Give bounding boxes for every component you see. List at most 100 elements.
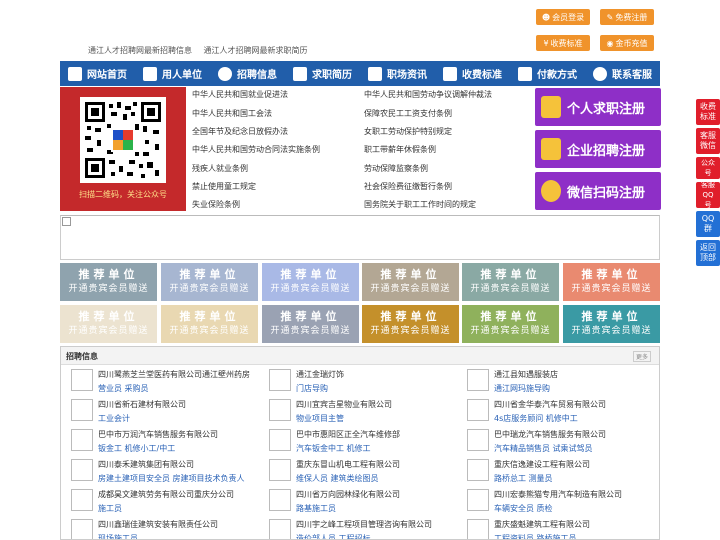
job-item[interactable]: 通江县知遇服装店 通江网玛施导购 [462,369,658,397]
law-link[interactable]: 中华人民共和国劳动争议调解仲裁法 [364,89,492,100]
side-pricing-button[interactable]: 收费标准 [696,99,720,125]
company-name[interactable]: 四川省万向园林绿化有限公司 [296,489,400,500]
company-name[interactable]: 重庆盛魁建筑工程有限公司 [494,519,590,530]
job-positions[interactable]: 营业员 采购员 [98,383,149,394]
recommend-unit-card[interactable]: 推荐单位 开通贵宾会员赠送 [60,305,157,343]
job-item[interactable]: 四川鑫瑞佳建筑安装有限责任公司 现场施工员 [66,519,262,539]
recommend-unit-card[interactable]: 推荐单位 开通贵宾会员赠送 [462,263,559,301]
law-link[interactable]: 职工带薪年休假条例 [364,144,436,155]
recommend-unit-card[interactable]: 推荐单位 开通贵宾会员赠送 [262,263,359,301]
job-positions[interactable]: 工业会计 [98,413,130,424]
law-link[interactable]: 中华人民共和国就业促进法 [192,89,288,100]
company-logo[interactable] [467,399,489,421]
job-positions[interactable]: 路桥总工 测量员 [494,473,553,484]
job-positions[interactable]: 通江网玛施导购 [494,383,550,394]
law-link[interactable]: 社会保险费征缴暂行条例 [364,181,452,192]
company-name[interactable]: 巴中市惠阳区正全汽车维修部 [296,429,400,440]
company-name[interactable]: 重庆信逸建设工程有限公司 [494,459,590,470]
company-logo[interactable] [71,519,93,539]
recommend-unit-card[interactable]: 推荐单位 开通贵宾会员赠送 [60,263,157,301]
register-button[interactable]: ✎ 免费注册 [600,9,654,25]
law-link[interactable]: 残疾人就业条例 [192,163,248,174]
company-logo[interactable] [269,519,291,539]
side-qq-group-button[interactable]: QQ群 [696,211,720,237]
job-item[interactable]: 四川鹭燕芝兰堂医药有限公司通江壁州药房 营业员 采购员 [66,369,262,397]
wechat-register-button[interactable]: 微信扫码注册 [535,172,661,210]
job-positions[interactable]: 钣金工 机修小工/中工 [98,443,175,454]
job-positions[interactable]: 造价部人员 工程招标 [296,533,371,539]
law-link[interactable]: 全国年节及纪念日放假办法 [192,126,288,137]
job-positions[interactable]: 物业项目主管 [296,413,344,424]
job-item[interactable]: 巴中市惠阳区正全汽车维修部 汽车钣金中工 机修工 [264,429,460,457]
nav-home[interactable]: 网站首页 [60,61,135,86]
job-item[interactable]: 四川宜宾吉星物业有限公司 物业项目主管 [264,399,460,427]
job-item[interactable]: 通江金瑞灯饰 门店导购 [264,369,460,397]
company-logo[interactable] [269,429,291,451]
recommend-unit-card[interactable]: 推荐单位 开通贵宾会员赠送 [563,263,660,301]
job-positions[interactable]: 工程资料员 路桥施工员 [494,533,577,539]
login-button[interactable]: ☻ 会员登录 [536,9,590,25]
ad-banner[interactable] [60,215,660,260]
company-name[interactable]: 巴中市万润汽车销售服务有限公司 [98,429,218,440]
job-item[interactable]: 重庆东冒山机电工程有限公司 维保人员 建筑类绘图员 [264,459,460,487]
back-to-top-button[interactable]: 返回顶部 [696,240,720,266]
company-logo[interactable] [269,459,291,481]
company-name[interactable]: 通江金瑞灯饰 [296,369,344,380]
law-link[interactable]: 女职工劳动保护特别规定 [364,126,452,137]
side-qq-button[interactable]: 客服QQ号 [696,181,720,209]
job-positions[interactable]: 维保人员 建筑类绘图员 [296,473,379,484]
company-name[interactable]: 通江县知遇服装店 [494,369,558,380]
job-positions[interactable]: 门店导购 [296,383,328,394]
job-positions[interactable]: 汽车钣金中工 机修工 [296,443,371,454]
nav-news[interactable]: 职场资讯 [360,61,435,86]
recommend-unit-card[interactable]: 推荐单位 开通贵宾会员赠送 [362,263,459,301]
company-name[interactable]: 四川鹭燕芝兰堂医药有限公司通江壁州药房 [98,369,250,380]
nav-pricing[interactable]: 收费标准 [435,61,510,86]
company-logo[interactable] [71,489,93,511]
law-link[interactable]: 失业保险条例 [192,199,240,210]
latest-resumes-link[interactable]: 通江人才招聘网最新求职简历 [204,46,308,55]
job-item[interactable]: 四川省金华泰汽车贸易有限公司 4s店服务顾问 机修中工 [462,399,658,427]
company-logo[interactable] [71,459,93,481]
job-item[interactable]: 四川泰禾建筑集团有限公司房建土建项目安全员 房建项目技术负责人 [66,459,262,487]
personal-register-button[interactable]: 个人求职注册 [535,88,661,126]
company-name[interactable]: 四川宜宾吉星物业有限公司 [296,399,392,410]
recommend-unit-card[interactable]: 推荐单位 开通贵宾会员赠送 [161,263,258,301]
recommend-unit-card[interactable]: 推荐单位 开通贵宾会员赠送 [362,305,459,343]
job-item[interactable]: 巴中瑞龙汽车销售服务有限公司 汽车精品销售员 试乘试驾员 [462,429,658,457]
job-positions[interactable]: 汽车精品销售员 试乘试驾员 [494,443,593,454]
job-positions[interactable]: 施工员 [98,503,122,514]
company-logo[interactable] [269,489,291,511]
job-positions[interactable]: 4s店服务顾问 机修中工 [494,413,578,424]
law-link[interactable]: 保障农民工工资支付条例 [364,108,452,119]
job-positions[interactable]: 现场施工员 [98,533,138,539]
job-item[interactable]: 重庆信逸建设工程有限公司 路桥总工 测量员 [462,459,658,487]
law-link[interactable]: 劳动保障监察条例 [364,163,428,174]
nav-resumes[interactable]: 求职简历 [285,61,360,86]
company-name[interactable]: 重庆东冒山机电工程有限公司 [296,459,400,470]
recommend-unit-card[interactable]: 推荐单位 开通贵宾会员赠送 [462,305,559,343]
nav-jobs[interactable]: 招聘信息 [210,61,285,86]
company-name[interactable]: 四川宇之峰工程项目管理咨询有限公司 [296,519,432,530]
nav-payment[interactable]: 付款方式 [510,61,585,86]
job-item[interactable]: 巴中市万润汽车销售服务有限公司 钣金工 机修小工/中工 [66,429,262,457]
job-item[interactable]: 四川省新石建材有限公司 工业会计 [66,399,262,427]
recommend-unit-card[interactable]: 推荐单位 开通贵宾会员赠送 [161,305,258,343]
job-item[interactable]: 四川省万向园林绿化有限公司 路基施工员 [264,489,460,517]
company-logo[interactable] [71,399,93,421]
law-link[interactable]: 国务院关于职工工作时间的规定 [364,199,476,210]
job-item[interactable]: 四川宏泰熊猫专用汽车制造有限公司 车辆安全员 质检 [462,489,658,517]
job-positions[interactable]: 房建土建项目安全员 房建项目技术负责人 [98,473,245,484]
company-logo[interactable] [467,429,489,451]
nav-employers[interactable]: 用人单位 [135,61,210,86]
company-logo[interactable] [467,459,489,481]
company-logo[interactable] [467,369,489,391]
more-link[interactable]: 更多 [632,351,651,362]
company-name[interactable]: 四川省金华泰汽车贸易有限公司 [494,399,606,410]
law-link[interactable]: 中华人民共和国劳动合同法实施条例 [192,144,320,155]
job-item[interactable]: 成都昊文建筑劳务有限公司重庆分公司 施工员 [66,489,262,517]
company-name[interactable]: 四川省新石建材有限公司 [98,399,186,410]
job-positions[interactable]: 路基施工员 [296,503,336,514]
law-link[interactable]: 中华人民共和国工会法 [192,108,272,119]
company-name[interactable]: 四川泰禾建筑集团有限公司 [98,459,194,470]
